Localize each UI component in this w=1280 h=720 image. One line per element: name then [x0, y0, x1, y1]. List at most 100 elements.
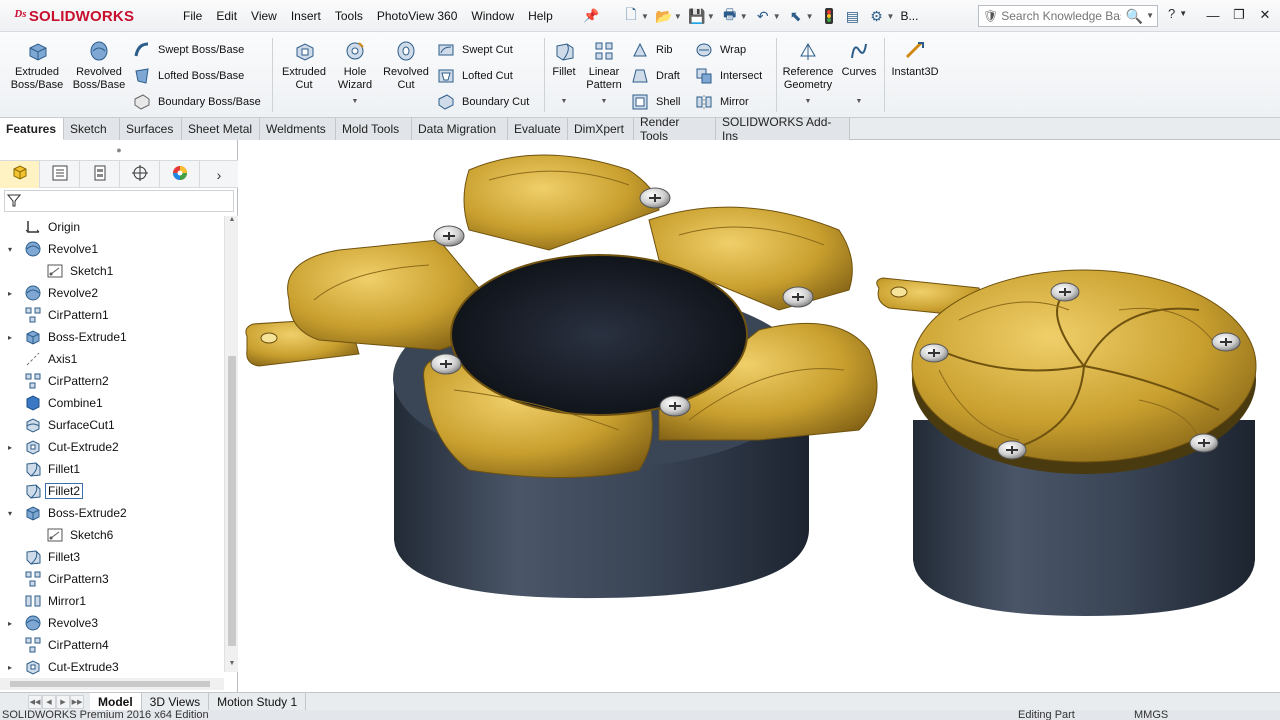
- collapse-arrow-icon[interactable]: ▾: [6, 245, 14, 254]
- scroll-thumb[interactable]: [10, 681, 210, 687]
- tree-item[interactable]: ▾ Boss-Extrude2: [0, 502, 224, 524]
- menu-help[interactable]: Help: [521, 9, 560, 23]
- undo-button[interactable]: ↶ ▼: [754, 7, 781, 25]
- graphics-area[interactable]: [239, 140, 1280, 692]
- tab-data-migration[interactable]: Data Migration: [412, 118, 508, 140]
- tree-item[interactable]: CirPattern3: [0, 568, 224, 590]
- print-button[interactable]: 🖶 ▼: [721, 6, 748, 25]
- tab-dimxpert[interactable]: DimXpert: [568, 118, 634, 140]
- tree-item[interactable]: ▸ Revolve2: [0, 282, 224, 304]
- expand-arrow-icon[interactable]: ▸: [6, 289, 14, 298]
- scroll-thumb[interactable]: [228, 356, 236, 646]
- tree-item[interactable]: CirPattern2: [0, 370, 224, 392]
- document-name-truncated[interactable]: B...: [900, 9, 918, 23]
- reference-geometry-button[interactable]: Reference Geometry ▼: [780, 38, 836, 108]
- extruded-boss-base-button[interactable]: Extruded Boss/Base: [8, 38, 66, 92]
- display-manager-tab[interactable]: [160, 161, 200, 188]
- tab-evaluate[interactable]: Evaluate: [508, 118, 568, 140]
- menu-photoview[interactable]: PhotoView 360: [370, 9, 465, 23]
- scroll-down-icon[interactable]: ▼: [225, 660, 239, 672]
- swept-boss-base-button[interactable]: Swept Boss/Base: [132, 40, 244, 60]
- search-knowledge-base[interactable]: 🛡 🔍 ▼: [978, 5, 1158, 27]
- curves-button[interactable]: Curves ▼: [838, 38, 880, 108]
- shell-button[interactable]: Shell: [630, 92, 680, 112]
- next-tab-icon[interactable]: ▶: [56, 694, 70, 709]
- tree-item[interactable]: Combine1: [0, 392, 224, 414]
- menu-file[interactable]: File: [176, 9, 209, 23]
- tree-item[interactable]: ▸ Cut-Extrude3: [0, 656, 224, 678]
- tab-sheet-metal[interactable]: Sheet Metal: [182, 118, 260, 140]
- new-document-button[interactable]: 🗋 ▼: [622, 6, 649, 25]
- filter-bar[interactable]: [4, 190, 234, 212]
- tree-item[interactable]: Mirror1: [0, 590, 224, 612]
- tree-item[interactable]: Fillet3: [0, 546, 224, 568]
- tab-weldments[interactable]: Weldments: [260, 118, 336, 140]
- tree-horizontal-scrollbar[interactable]: [0, 678, 224, 690]
- rib-button[interactable]: Rib: [630, 40, 673, 60]
- instant3d-button[interactable]: Instant3D: [888, 38, 942, 79]
- linear-pattern-button[interactable]: Linear Pattern ▼: [582, 38, 626, 108]
- pin-menu-icon[interactable]: 📌: [583, 8, 599, 24]
- tab-sketch[interactable]: Sketch: [64, 118, 120, 140]
- fillet-button[interactable]: Fillet ▼: [548, 38, 580, 108]
- last-tab-icon[interactable]: ▶▶: [70, 694, 84, 709]
- tree-item[interactable]: Fillet2: [0, 480, 224, 502]
- tab-model[interactable]: Model: [90, 693, 142, 710]
- tree-vertical-scrollbar[interactable]: ▲ ▼: [224, 216, 238, 672]
- left-container[interactable]: [245, 154, 878, 599]
- save-button[interactable]: 💾 ▼: [688, 7, 715, 25]
- tree-item[interactable]: Axis1: [0, 348, 224, 370]
- tab-features[interactable]: Features: [0, 118, 64, 140]
- dimxpert-manager-tab[interactable]: [120, 161, 160, 188]
- close-button[interactable]: ✕: [1252, 4, 1278, 26]
- wrap-button[interactable]: Wrap: [694, 40, 746, 60]
- swept-cut-button[interactable]: Swept Cut: [436, 40, 513, 60]
- status-units[interactable]: MMGS: [1134, 710, 1168, 720]
- hole-wizard-button[interactable]: Hole Wizard ▼: [332, 38, 378, 108]
- right-container[interactable]: [876, 269, 1257, 616]
- tree-item[interactable]: ▸ Revolve3: [0, 612, 224, 634]
- tab-mold-tools[interactable]: Mold Tools: [336, 118, 412, 140]
- tree-item[interactable]: ▾ Revolve1: [0, 238, 224, 260]
- expand-arrow-icon[interactable]: ▸: [6, 619, 14, 628]
- revolved-boss-base-button[interactable]: Revolved Boss/Base: [70, 38, 128, 92]
- first-tab-icon[interactable]: ◀◀: [28, 694, 42, 709]
- restore-button[interactable]: ❐: [1226, 4, 1252, 26]
- file-properties-button[interactable]: ▤: [844, 7, 862, 25]
- menu-window[interactable]: Window: [464, 9, 521, 23]
- solidworks-logo[interactable]: ᴰˢ SOLIDWORKS: [14, 6, 134, 26]
- property-manager-tab[interactable]: [40, 161, 80, 188]
- expand-arrow-icon[interactable]: ▸: [6, 443, 14, 452]
- lofted-cut-button[interactable]: Lofted Cut: [436, 66, 513, 86]
- tree-item[interactable]: CirPattern4: [0, 634, 224, 656]
- menu-tools[interactable]: Tools: [328, 9, 370, 23]
- tree-item[interactable]: Sketch1: [0, 260, 224, 282]
- rebuild-button[interactable]: [820, 7, 838, 25]
- tab-3d-views[interactable]: 3D Views: [142, 693, 210, 710]
- tab-surfaces[interactable]: Surfaces: [120, 118, 182, 140]
- draft-button[interactable]: Draft: [630, 66, 680, 86]
- open-document-button[interactable]: 📂 ▼: [655, 7, 682, 25]
- boundary-boss-base-button[interactable]: Boundary Boss/Base: [132, 92, 261, 112]
- intersect-button[interactable]: Intersect: [694, 66, 762, 86]
- menu-edit[interactable]: Edit: [209, 9, 244, 23]
- menu-insert[interactable]: Insert: [284, 9, 328, 23]
- expand-arrow-icon[interactable]: ▸: [6, 333, 14, 342]
- collapse-arrow-icon[interactable]: ▾: [6, 509, 14, 518]
- tab-render-tools[interactable]: Render Tools: [634, 115, 716, 143]
- help-icon[interactable]: ?: [1168, 6, 1175, 21]
- tree-item[interactable]: Origin: [0, 216, 224, 238]
- tree-item[interactable]: SurfaceCut1: [0, 414, 224, 436]
- tab-motion-study-1[interactable]: Motion Study 1: [209, 693, 307, 710]
- menu-view[interactable]: View: [244, 9, 284, 23]
- configuration-manager-tab[interactable]: [80, 161, 120, 188]
- chevron-right-icon[interactable]: ›: [200, 161, 238, 188]
- tree-item[interactable]: Sketch6: [0, 524, 224, 546]
- chevron-down-icon[interactable]: ▼: [1146, 11, 1154, 20]
- lofted-boss-base-button[interactable]: Lofted Boss/Base: [132, 66, 244, 86]
- revolved-cut-button[interactable]: Revolved Cut: [380, 38, 432, 92]
- tree-item[interactable]: Fillet1: [0, 458, 224, 480]
- tree-item[interactable]: ▸ Cut-Extrude2: [0, 436, 224, 458]
- expand-arrow-icon[interactable]: ▸: [6, 663, 14, 672]
- model-render[interactable]: [239, 140, 1280, 692]
